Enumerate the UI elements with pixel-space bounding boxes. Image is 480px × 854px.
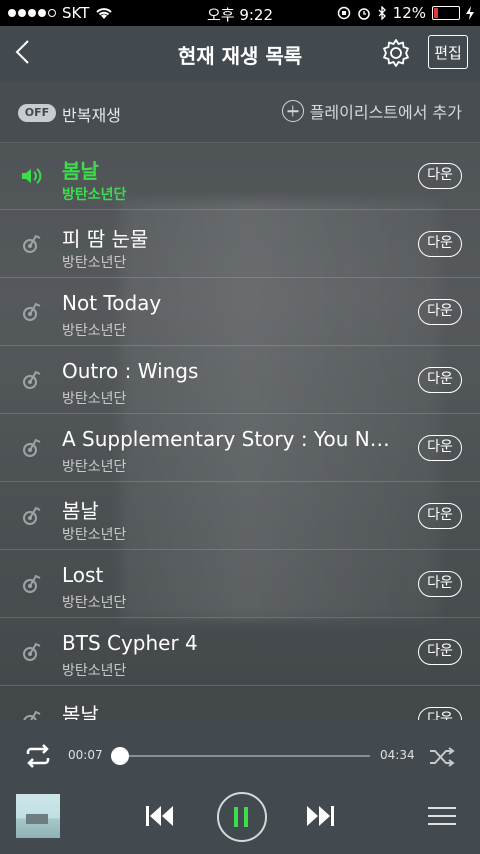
music-note-icon [23, 574, 41, 593]
download-button[interactable]: 다운 [418, 231, 462, 257]
total-time: 04:34 [380, 748, 415, 762]
pause-button[interactable] [217, 792, 267, 842]
repeat-icon[interactable] [22, 744, 54, 768]
playlist-row[interactable]: BTS Cypher 4 방탄소년단 다운 [0, 618, 480, 686]
playlist-row[interactable]: Not Today 방탄소년단 다운 [0, 278, 480, 346]
back-icon[interactable] [12, 38, 36, 66]
charging-icon [466, 6, 474, 20]
song-title: 봄날 [62, 499, 99, 523]
music-note-icon [23, 370, 41, 389]
download-button[interactable]: 다운 [418, 435, 462, 461]
song-title: Lost [62, 563, 104, 587]
music-note-icon [23, 234, 41, 253]
orientation-lock-icon [337, 6, 350, 20]
header: 현재 재생 목록 편집 [0, 26, 480, 82]
download-button[interactable]: 다운 [418, 571, 462, 597]
bluetooth-icon [378, 6, 386, 20]
song-artist: 방탄소년단 [62, 391, 127, 407]
music-note-icon [23, 302, 41, 321]
playlist-row[interactable]: 봄날방탄소년단 다운 [0, 142, 480, 210]
playlist-row[interactable]: Outro : Wings 방탄소년단 다운 [0, 346, 480, 414]
player-bar: 00:07 04:34 [0, 720, 480, 854]
add-from-playlist-button[interactable]: 플레이리스트에서 추가 [281, 99, 462, 123]
download-button[interactable]: 다운 [418, 503, 462, 529]
song-artist: 방탄소년단 [62, 255, 127, 271]
gear-icon[interactable] [380, 37, 412, 69]
plus-icon [281, 100, 304, 122]
progress-thumb[interactable] [110, 747, 129, 765]
song-title: Outro : Wings [62, 359, 199, 383]
song-artist: 방탄소년단 [62, 187, 127, 203]
playlist: 봄날 방탄소년단 다운 피 땀 눈물 방탄소년단 다운 Not Today 방탄소년단 다운 Ou… [0, 142, 480, 720]
song-artist: 방탄소년단 [62, 663, 127, 679]
repeat-toggle[interactable]: OFF [18, 104, 56, 122]
song-artist: 방탄소년단 [62, 595, 127, 611]
menu-icon[interactable] [428, 805, 456, 827]
repeat-label: 반복재생 [62, 106, 121, 125]
download-button[interactable]: 다운 [418, 163, 462, 189]
song-title: BTS Cypher 4 [62, 631, 198, 655]
playlist-row[interactable]: A Supplementary Story : You Nev… 방탄소년단 다운 [0, 414, 480, 482]
music-note-icon [23, 506, 41, 525]
music-note-icon [23, 710, 41, 720]
battery-icon [432, 6, 460, 20]
progress-slider[interactable] [110, 747, 370, 765]
playlist-row[interactable]: 봄날방탄소년단다운 [0, 686, 480, 720]
previous-track-icon[interactable] [144, 804, 176, 828]
speaker-icon [22, 168, 42, 184]
song-title: Not Today [62, 291, 162, 315]
edit-button[interactable]: 편집 [428, 35, 468, 69]
download-button[interactable]: 다운 [418, 367, 462, 393]
shuffle-icon[interactable] [428, 746, 456, 768]
next-track-icon[interactable] [304, 804, 336, 828]
repeat-bar: OFF 반복재생 플레이리스트에서 추가 [0, 82, 480, 143]
album-art[interactable] [16, 794, 60, 838]
song-title: 봄날 [62, 703, 99, 720]
playlist-row[interactable]: Lost 방탄소년단 다운 [0, 550, 480, 618]
song-title: 봄날 [62, 159, 99, 183]
song-artist: 방탄소년단 [62, 459, 127, 475]
playlist-row[interactable]: 봄날방탄소년단 다운 [0, 482, 480, 550]
playlist-row[interactable]: 피 땀 눈물방탄소년단 다운 [0, 210, 480, 278]
download-button[interactable]: 다운 [418, 707, 462, 720]
song-artist: 방탄소년단 [62, 323, 127, 339]
music-note-icon [23, 438, 41, 457]
battery-percent: 12% [392, 4, 426, 22]
download-button[interactable]: 다운 [418, 299, 462, 325]
song-title: 피 땀 눈물 [62, 227, 149, 251]
status-bar: SKT 오후 9:22 12% [0, 0, 480, 26]
download-button[interactable]: 다운 [418, 639, 462, 665]
current-time: 00:07 [68, 748, 103, 762]
add-from-playlist-label: 플레이리스트에서 추가 [309, 103, 462, 122]
song-artist: 방탄소년단 [62, 527, 127, 543]
music-note-icon [23, 642, 41, 661]
alarm-icon [357, 8, 370, 20]
song-title: A Supplementary Story : You Nev… [62, 427, 392, 451]
